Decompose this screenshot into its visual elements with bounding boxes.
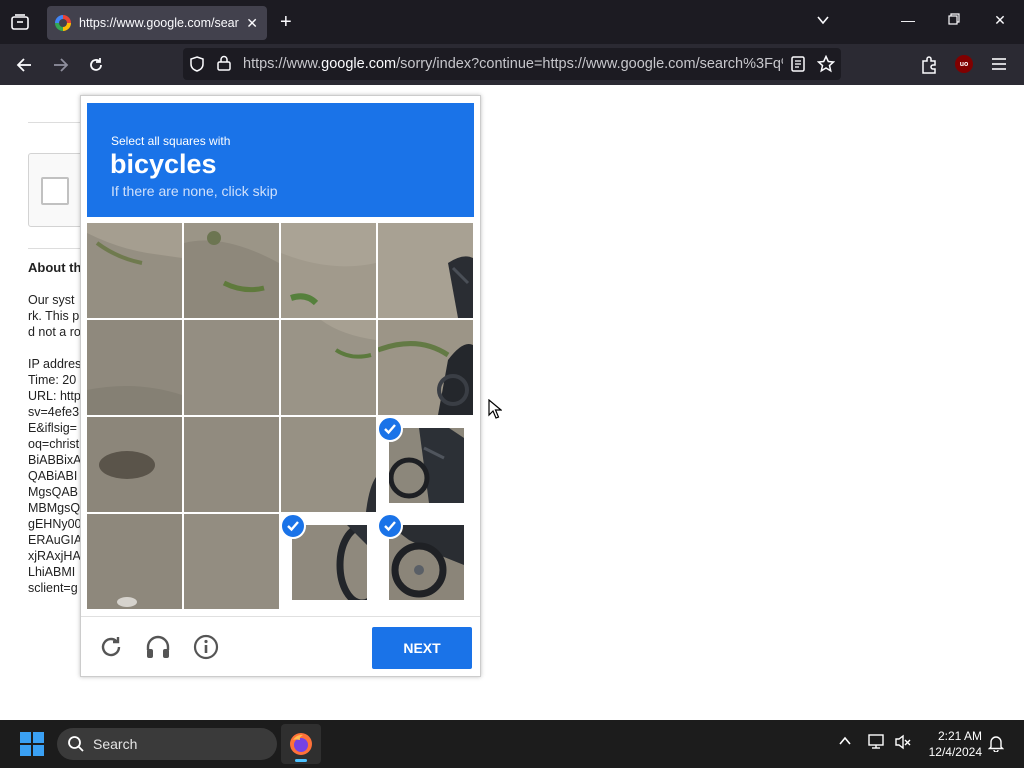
grid-tile-selected[interactable] [378,514,473,609]
minimize-icon[interactable]: — [898,12,918,28]
bookmark-star-icon[interactable] [816,54,836,78]
tab-close-icon[interactable]: ✕ [245,15,259,32]
back-arrow-icon[interactable] [13,54,35,76]
taskbar-search[interactable]: Search [57,728,277,760]
details-line: BiABBixA [28,453,82,467]
restore-icon[interactable] [944,12,964,28]
system-clock[interactable]: 2:21 AM 12/4/2024 [922,728,982,760]
address-bar[interactable]: https://www.google.com/sorry/index?conti… [183,48,841,80]
windows-start-icon[interactable] [20,732,44,756]
tab-google-search[interactable]: https://www.google.com/search ✕ [47,6,267,40]
challenge-target: bicycles [110,149,217,179]
list-all-tabs-chevron-icon[interactable] [816,13,830,32]
mouse-cursor-icon [488,398,503,424]
lock-icon[interactable] [217,55,231,76]
network-icon[interactable] [868,734,886,753]
about-paragraph: Our syst rk. This p d not a ro [28,292,81,340]
grid-tile[interactable] [281,320,376,415]
firefox-icon [290,733,312,755]
grid-tile[interactable] [184,223,279,318]
close-window-icon[interactable]: ✕ [990,12,1010,29]
search-icon [68,736,84,752]
forward-arrow-icon[interactable] [50,54,72,76]
paragraph-line: rk. This p [28,309,80,323]
grid-tile[interactable] [378,320,473,415]
grid-tile[interactable] [184,417,279,512]
details-line: MgsQAB [28,485,79,499]
about-heading: About th [28,260,82,275]
details-line: QABiABI [28,469,78,483]
tab-title: https://www.google.com/search [79,16,240,30]
challenge-grid [87,223,475,611]
grid-tile[interactable] [87,223,182,318]
details-line: Time: 20 [28,373,77,387]
ublock-origin-icon[interactable]: uo [955,55,973,73]
next-button[interactable]: NEXT [372,627,472,669]
details-line: MBMgsQ [28,501,81,515]
reload-icon[interactable] [85,54,107,76]
reader-view-icon[interactable] [791,56,805,77]
taskbar: Search 2:21 AM 12/4/2024 [0,720,1024,768]
show-hidden-icons-chevron-icon[interactable] [838,734,852,751]
challenge-footer: NEXT [81,616,480,676]
grid-tile[interactable] [281,417,376,512]
clock-date: 12/4/2024 [928,745,982,759]
request-details: IP addres Time: 20 URL: http sv=4efe3 E&ifls… [28,356,82,596]
menu-hamburger-icon[interactable] [991,57,1007,76]
grid-tile-selected[interactable] [281,514,376,609]
recaptcha-widget [28,153,88,227]
grid-tile[interactable] [87,417,182,512]
navigation-toolbar: https://www.google.com/sorry/index?conti… [0,44,1024,85]
divider [28,248,88,249]
grid-tile[interactable] [184,320,279,415]
browser-titlebar: https://www.google.com/search ✕ + — ✕ [0,0,1024,44]
challenge-instruction: Select all squares with [111,134,231,148]
reload-challenge-icon[interactable] [97,633,125,661]
volume-muted-icon[interactable] [894,734,912,753]
url-text[interactable]: https://www.google.com/sorry/index?conti… [243,56,783,72]
details-line: URL: http [28,389,81,403]
google-favicon-icon [55,15,71,31]
grid-tile-selected[interactable] [378,417,473,512]
details-line: IP addres [28,357,82,371]
details-line: E&iflsig= [28,421,77,435]
firefox-view-icon[interactable] [8,10,32,34]
grid-tile[interactable] [184,514,279,609]
audio-challenge-headphones-icon[interactable] [144,633,172,661]
details-line: sclient=g [28,581,78,595]
recaptcha-challenge: Select all squares with bicycles If ther… [80,95,481,677]
search-placeholder: Search [93,736,138,752]
info-icon[interactable] [192,633,220,661]
details-line: ERAuGIA [28,533,83,547]
divider [28,122,88,123]
details-line: sv=4efe3 [28,405,80,419]
details-line: LhiABMI [28,565,76,579]
recaptcha-checkbox[interactable] [41,177,69,205]
details-line: oq=christ [28,437,80,451]
extensions-puzzle-icon[interactable] [920,56,938,79]
challenge-header: Select all squares with bicycles If ther… [87,103,474,217]
challenge-hint: If there are none, click skip [111,183,278,199]
tracking-shield-icon[interactable] [189,56,205,77]
taskbar-firefox[interactable] [281,724,321,764]
grid-tile[interactable] [281,223,376,318]
grid-tile[interactable] [378,223,473,318]
grid-tile[interactable] [87,514,182,609]
paragraph-line: d not a ro [28,325,81,339]
paragraph-line: Our syst [28,293,75,307]
details-line: xjRAxjHA [28,549,81,563]
grid-tile[interactable] [87,320,182,415]
new-tab-plus-icon[interactable]: + [280,11,292,33]
notification-bell-icon[interactable] [987,734,1005,755]
running-indicator [295,759,307,762]
clock-time: 2:21 AM [937,729,982,743]
details-line: gEHNy00 [28,517,82,531]
